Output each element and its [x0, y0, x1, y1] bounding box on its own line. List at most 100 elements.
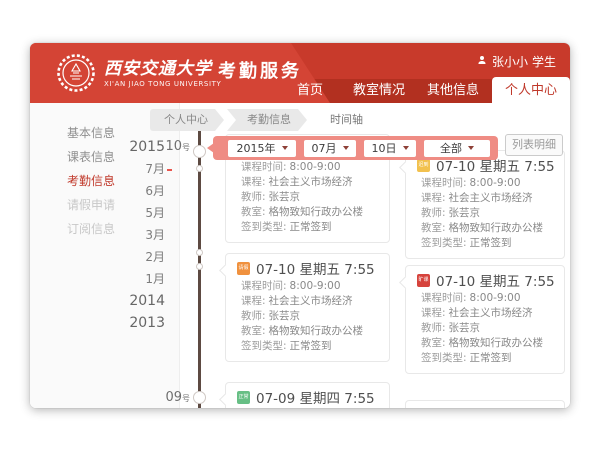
- timeline-node-large[interactable]: [193, 145, 206, 158]
- field-value: 8:00-9:00: [470, 292, 521, 304]
- field-value: 格物致知行政办公楼: [269, 206, 364, 218]
- timeline-node-small[interactable]: [196, 165, 203, 172]
- field-label: 教师:: [421, 322, 446, 334]
- field-label: 教室:: [421, 337, 446, 349]
- chevron-down-icon: [403, 146, 409, 150]
- sidebar-item-basic-info[interactable]: 基本信息: [30, 121, 140, 145]
- field-value: 8:00-9:00: [470, 177, 521, 189]
- breadcrumb-timeline[interactable]: 时间轴: [310, 109, 379, 131]
- month-nav-june[interactable]: 6月: [128, 180, 165, 202]
- field-label: 签到类型:: [241, 221, 287, 233]
- attendance-card[interactable]: 旷课 07-10 星期五 7:55 课程时间:8:00-9:00 课程:社会主义…: [405, 265, 565, 374]
- chevron-down-icon: [282, 146, 288, 150]
- chevron-down-icon: [343, 146, 349, 150]
- top-nav: 首页 教室情况 其他信息 个人中心: [30, 77, 570, 103]
- month-nav-march[interactable]: 3月: [128, 224, 165, 246]
- timeline-node-large[interactable]: [193, 391, 206, 404]
- attendance-card[interactable]: 请假 07-10 星期五 7:55 课程时间:8:00-9:00 课程:社会主义…: [225, 253, 390, 362]
- filter-bubble: 2015年 07月 10日 全部: [213, 136, 498, 160]
- timeline-node-small[interactable]: [196, 249, 203, 256]
- field-label: 教师:: [421, 207, 446, 219]
- field-label: 课程时间:: [241, 280, 287, 292]
- field-label: 签到类型:: [421, 352, 467, 364]
- user-info[interactable]: 张小小 学生: [476, 53, 556, 70]
- field-label: 签到类型:: [241, 340, 287, 352]
- field-label: 教室:: [421, 222, 446, 234]
- nav-tab-personal-center[interactable]: 个人中心: [492, 77, 570, 103]
- field-value: 社会主义市场经济: [449, 307, 533, 319]
- nav-item-classrooms[interactable]: 教室情况: [353, 79, 405, 103]
- field-value: 8:00-9:00: [290, 280, 341, 292]
- month-nav-2013[interactable]: 2013: [128, 312, 165, 334]
- attendance-card-header: 旷课 07-10 星期五 7:55: [417, 272, 553, 288]
- field-label: 签到类型:: [421, 237, 467, 249]
- month-nav-may[interactable]: 5月: [128, 202, 165, 224]
- breadcrumb: 个人中心 考勤信息 时间轴: [150, 109, 379, 131]
- status-late-icon: 迟到: [417, 159, 430, 172]
- field-value: 张芸京: [269, 310, 301, 322]
- field-value: 张芸京: [449, 207, 481, 219]
- month-nav-january[interactable]: 1月: [128, 268, 165, 290]
- university-name-cn: 西安交通大学: [104, 54, 212, 79]
- field-label: 课程:: [241, 295, 266, 307]
- field-label: 教师:: [241, 191, 266, 203]
- field-value: 格物致知行政办公楼: [449, 222, 544, 234]
- timeline-month-nav: 2015 7月 6月 5月 3月 2月 1月 2014 2013: [128, 136, 165, 334]
- field-value: 正常签到: [470, 237, 512, 249]
- sidebar-item-leave-request[interactable]: 请假申请: [30, 193, 140, 217]
- type-dropdown[interactable]: 全部: [424, 140, 490, 157]
- field-label: 课程时间:: [421, 292, 467, 304]
- app-window: 西安交通大学 XI'AN JIAO TONG UNIVERSITY 考勤服务 张…: [30, 43, 570, 408]
- chevron-down-icon: [468, 146, 474, 150]
- list-detail-button[interactable]: 列表明细: [505, 134, 563, 156]
- day-label-09: 09号: [148, 391, 190, 406]
- attendance-card-header: 正常 07-09 星期四 7:55: [237, 389, 378, 405]
- field-value: 格物致知行政办公楼: [449, 337, 544, 349]
- nav-item-home[interactable]: 首页: [297, 79, 323, 103]
- user-icon: [476, 54, 488, 69]
- app-header: 西安交通大学 XI'AN JIAO TONG UNIVERSITY 考勤服务 张…: [30, 43, 570, 103]
- field-label: 教师:: [241, 310, 266, 322]
- field-label: 课程:: [421, 192, 446, 204]
- field-value: 张芸京: [449, 322, 481, 334]
- breadcrumb-personal-center[interactable]: 个人中心: [150, 109, 224, 131]
- field-label: 教室:: [241, 206, 266, 218]
- breadcrumb-attendance-info[interactable]: 考勤信息: [227, 109, 307, 131]
- month-nav-2015[interactable]: 2015: [128, 136, 165, 158]
- user-role: 学生: [532, 53, 556, 70]
- field-value: 格物致知行政办公楼: [269, 325, 364, 337]
- field-value: 8:00-9:00: [290, 161, 341, 173]
- user-name: 张小小: [492, 53, 528, 70]
- field-value: 正常签到: [290, 340, 332, 352]
- active-month-marker: [167, 169, 172, 171]
- month-dropdown[interactable]: 07月: [304, 140, 356, 157]
- timeline-node-small[interactable]: [196, 263, 203, 270]
- status-absent-icon: 旷课: [417, 274, 430, 287]
- attendance-card[interactable]: 正常 07-09 星期四 7:55 课程时间:8:00-9:00 课程:社会主义…: [225, 382, 390, 408]
- attendance-card-header: 请假 07-10 星期五 7:55: [237, 260, 378, 276]
- month-nav-2014[interactable]: 2014: [128, 290, 165, 312]
- field-value: 张芸京: [269, 191, 301, 203]
- content-area: 基本信息 课表信息 考勤信息 请假申请 订阅信息 个人中心 考勤信息 时间轴 2…: [30, 103, 570, 408]
- field-value: 正常签到: [290, 221, 332, 233]
- day-dropdown[interactable]: 10日: [364, 140, 416, 157]
- field-value: 正常签到: [470, 352, 512, 364]
- field-value: 社会主义市场经济: [269, 176, 353, 188]
- sidebar-item-subscription-info[interactable]: 订阅信息: [30, 217, 140, 241]
- attendance-card[interactable]: 迟到 07-10 星期五 7:55 课程时间:8:00-9:00 课程:社会主义…: [405, 150, 565, 259]
- field-value: 社会主义市场经济: [269, 295, 353, 307]
- status-normal-icon: 正常: [237, 391, 250, 404]
- sidebar-menu: 基本信息 课表信息 考勤信息 请假申请 订阅信息: [30, 121, 140, 241]
- nav-item-other-info[interactable]: 其他信息: [427, 79, 479, 103]
- sidebar-item-attendance-info[interactable]: 考勤信息: [30, 169, 140, 193]
- field-label: 课程时间:: [421, 177, 467, 189]
- attendance-card-partial[interactable]: [405, 400, 565, 408]
- status-leave-icon: 请假: [237, 262, 250, 275]
- month-nav-july[interactable]: 7月: [128, 158, 165, 180]
- sidebar-item-schedule-info[interactable]: 课表信息: [30, 145, 140, 169]
- year-dropdown[interactable]: 2015年: [228, 140, 296, 157]
- attendance-date: 07-10 星期五 7:55: [256, 258, 375, 278]
- attendance-date: 07-09 星期四 7:55: [256, 387, 375, 407]
- month-nav-february[interactable]: 2月: [128, 246, 165, 268]
- field-label: 课程:: [241, 176, 266, 188]
